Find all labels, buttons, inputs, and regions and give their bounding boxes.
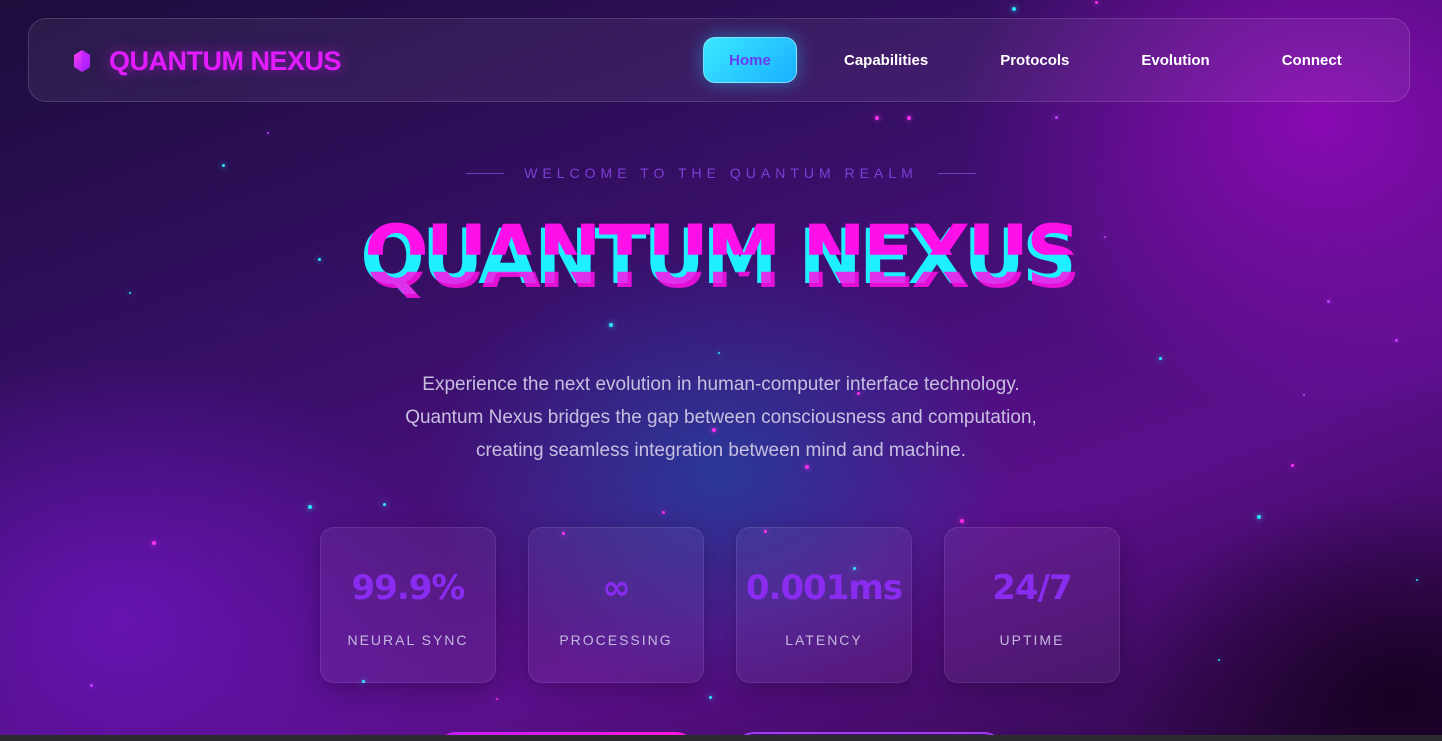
nav-link-capabilities[interactable]: Capabilities — [820, 37, 952, 83]
nav-link-connect[interactable]: Connect — [1258, 37, 1366, 83]
hexagon-gem-icon — [74, 50, 90, 72]
particle-dot — [1094, 0, 1098, 4]
nav-link-evolution[interactable]: Evolution — [1117, 37, 1233, 83]
particle-dot — [382, 502, 386, 506]
particle-dot — [89, 683, 93, 687]
eyebrow-text: WELCOME TO THE QUANTUM REALM — [524, 165, 918, 181]
particle-dot — [661, 510, 665, 514]
particle-dot — [1218, 659, 1220, 661]
particle-dot — [1054, 115, 1058, 119]
nav-link-home[interactable]: Home — [703, 37, 797, 83]
hero-description-line: Experience the next evolution in human-c… — [422, 374, 1020, 395]
hero-description-line: Quantum Nexus bridges the gap between co… — [405, 407, 1037, 428]
stat-card-processing: ∞ PROCESSING — [528, 527, 704, 683]
stat-label: UPTIME — [999, 632, 1065, 648]
nav-links: Home Capabilities Protocols Evolution Co… — [703, 37, 1390, 83]
hero-title: QUANTUM NEXUS QUANTUM NEXUS QUANTUM NEXU… — [0, 208, 1442, 308]
particle-dot — [609, 323, 613, 327]
stat-value: 0.001ms — [745, 568, 903, 608]
stat-label: PROCESSING — [559, 632, 673, 648]
particle-dot — [907, 116, 911, 120]
particle-dot — [1012, 7, 1016, 11]
stats-row: 99.9% NEURAL SYNC ∞ PROCESSING 0.001ms L… — [320, 527, 1120, 683]
particle-dot — [1394, 338, 1398, 342]
particle-dot — [708, 695, 712, 699]
particle-dot — [308, 505, 312, 509]
particle-dot — [960, 519, 964, 523]
eyebrow-divider-right — [937, 172, 976, 174]
logo-text: QUANTUM NEXUS — [109, 45, 342, 76]
particle-dot — [1158, 356, 1162, 360]
particle-dot — [875, 116, 879, 120]
stat-label: LATENCY — [785, 632, 863, 648]
stat-value: 24/7 — [992, 568, 1072, 608]
particle-dot — [267, 132, 269, 134]
stat-card-neural-sync: 99.9% NEURAL SYNC — [320, 527, 496, 683]
particle-dot — [1416, 579, 1418, 581]
stat-card-latency: 0.001ms LATENCY — [736, 527, 912, 683]
logo[interactable]: QUANTUM NEXUS — [73, 19, 342, 103]
hero-description: Experience the next evolution in human-c… — [371, 368, 1071, 467]
particle-dot — [1290, 463, 1294, 467]
stat-label: NEURAL SYNC — [347, 632, 469, 648]
particle-dot — [1257, 515, 1261, 519]
stat-value: ∞ — [602, 568, 630, 608]
stat-card-uptime: 24/7 UPTIME — [944, 527, 1120, 683]
stat-value: 99.9% — [351, 568, 466, 608]
hero-eyebrow: WELCOME TO THE QUANTUM REALM — [0, 165, 1442, 181]
navbar: QUANTUM NEXUS Home Capabilities Protocol… — [28, 18, 1410, 102]
particle-dot — [1303, 394, 1305, 396]
window-bottom-edge — [0, 735, 1442, 741]
particle-dot — [152, 541, 156, 545]
eyebrow-divider-left — [466, 172, 505, 174]
particle-dot — [718, 352, 720, 354]
hero-description-line: creating seamless integration between mi… — [475, 440, 967, 461]
particle-dot — [496, 698, 498, 700]
nav-link-protocols[interactable]: Protocols — [976, 37, 1093, 83]
